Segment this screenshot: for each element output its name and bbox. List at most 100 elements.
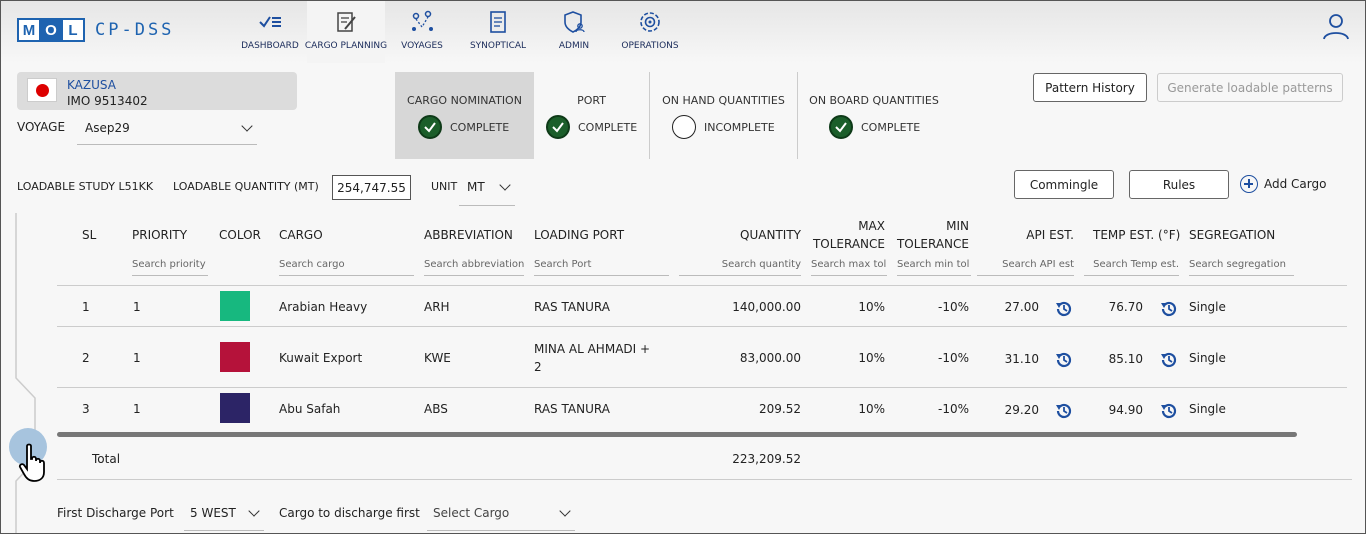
cargo-color-swatch[interactable] (220, 291, 250, 321)
search-quantity-input[interactable]: Search quantity (679, 259, 801, 276)
voyages-icon (412, 10, 433, 31)
chevron-down-icon (559, 505, 571, 517)
status-on-board-quantities[interactable]: ON BOARD QUANTITIES COMPLETE (799, 72, 949, 159)
hand-cursor-icon (18, 443, 45, 482)
japan-flag-icon (27, 78, 57, 102)
header-segregation: SEGREGATION (1189, 228, 1276, 242)
check-circle-icon (829, 115, 853, 139)
first-discharge-port-select[interactable]: 5 WEST (184, 498, 264, 531)
cargo-color-swatch[interactable] (220, 342, 250, 372)
nav-dashboard[interactable]: DASHBOARD (239, 1, 301, 63)
cell-sl: 1 (82, 300, 90, 314)
first-discharge-port-value: 5 WEST (190, 506, 236, 520)
cell-abbreviation: KWE (424, 351, 451, 365)
cell-quantity: 209.52 (759, 402, 801, 416)
cargo-discharge-first-label: Cargo to discharge first (279, 506, 420, 520)
empty-circle-icon (672, 115, 696, 139)
first-discharge-port-label: First Discharge Port (57, 506, 174, 520)
pattern-history-button[interactable]: Pattern History (1033, 73, 1147, 102)
cell-api-est: 29.20 (1004, 403, 1039, 417)
nav-synoptical[interactable]: SYNOPTICAL (467, 1, 529, 63)
voyage-select[interactable]: Asep29 (77, 113, 257, 145)
history-icon[interactable] (1159, 350, 1179, 370)
cargo-discharge-first-select[interactable]: Select Cargo (427, 498, 575, 531)
panel-collapse-rail (15, 213, 36, 533)
nav-operations[interactable]: OPERATIONS (617, 1, 683, 63)
search-max-tol-input[interactable]: Search max tol (811, 259, 887, 276)
total-label: Total (92, 452, 121, 466)
header-priority: PRIORITY (132, 228, 188, 242)
status-title: ON HAND QUANTITIES (662, 94, 785, 107)
history-icon[interactable] (1054, 299, 1074, 319)
header-abbreviation: ABBREVIATION (424, 228, 513, 242)
search-temp-input[interactable]: Search Temp est. (1084, 259, 1179, 276)
row-divider (57, 387, 1347, 388)
history-icon[interactable] (1159, 401, 1179, 421)
search-min-tol-input[interactable]: Search min tol (897, 259, 971, 276)
generate-loadable-patterns-button[interactable]: Generate loadable patterns (1157, 73, 1343, 102)
plus-circle-icon (1240, 175, 1258, 193)
brand-logo[interactable]: M O L CP-DSS (17, 18, 174, 42)
add-cargo-button[interactable]: Add Cargo (1240, 175, 1326, 193)
chevron-down-icon (248, 505, 260, 517)
chevron-down-icon (499, 179, 511, 191)
app-window: M O L CP-DSS DASHBOARD CARGO PLANNING VO… (0, 0, 1366, 534)
search-segregation-input[interactable]: Search segregation (1189, 259, 1294, 276)
status-on-hand-quantities[interactable]: ON HAND QUANTITIES INCOMPLETE (651, 72, 796, 159)
nav-label: OPERATIONS (621, 41, 679, 51)
vessel-card: KAZUSA IMO 9513402 (17, 72, 297, 110)
status-cargo-nomination[interactable]: CARGO NOMINATION COMPLETE (395, 72, 534, 159)
logo-letter-o: O (41, 20, 61, 40)
header-min-tolerance-line2: TOLERANCE (896, 237, 969, 251)
nav-admin[interactable]: ADMIN (551, 1, 597, 63)
unit-select[interactable]: MT (459, 173, 515, 206)
status-indicator: COMPLETE (418, 115, 509, 139)
cargo-planning-icon (337, 12, 356, 32)
status-port[interactable]: PORT COMPLETE (534, 72, 649, 159)
search-priority-input[interactable]: Search priority (132, 259, 208, 276)
status-indicator: COMPLETE (546, 115, 637, 139)
cell-abbreviation: ABS (424, 402, 448, 416)
unit-label: UNIT (431, 180, 458, 193)
header-min-tolerance-line1: MIN (946, 219, 969, 233)
cargo-color-swatch[interactable] (220, 393, 250, 423)
header-api-est: API EST. (1026, 228, 1074, 242)
nav-voyages[interactable]: VOYAGES (397, 1, 447, 63)
cargo-discharge-first-placeholder: Select Cargo (433, 506, 510, 520)
nav-label: VOYAGES (401, 41, 443, 51)
row-divider (57, 326, 1347, 327)
dashboard-icon (259, 16, 281, 28)
status-title: ON BOARD QUANTITIES (809, 94, 939, 107)
app-name: CP-DSS (95, 20, 175, 40)
search-api-input[interactable]: Search API est (977, 259, 1074, 276)
cell-abbreviation: ARH (424, 300, 450, 314)
search-cargo-input[interactable]: Search cargo (279, 259, 414, 276)
user-profile-icon[interactable] (1322, 12, 1350, 40)
history-icon[interactable] (1054, 401, 1074, 421)
row-divider (57, 285, 1347, 286)
cell-max-tolerance: 10% (858, 300, 885, 314)
check-circle-icon (546, 115, 570, 139)
header-max-tolerance-line1: MAX (858, 219, 885, 233)
nav-cargo-planning[interactable]: CARGO PLANNING (305, 1, 387, 63)
history-icon[interactable] (1054, 350, 1074, 370)
search-abbreviation-input[interactable]: Search abbreviation (424, 259, 524, 276)
horizontal-scrollbar[interactable] (57, 432, 1297, 437)
header-sl: SL (82, 228, 97, 242)
loadable-quantity-field[interactable]: 254,747.55 (332, 175, 411, 200)
rules-button[interactable]: Rules (1129, 170, 1229, 199)
search-port-input[interactable]: Search Port (534, 259, 669, 276)
cell-api-est: 31.10 (1004, 352, 1039, 366)
cell-temp-est: 76.70 (1108, 300, 1143, 314)
header-max-tolerance-line2: TOLERANCE (812, 237, 885, 251)
cell-loading-port-more: 2 (534, 360, 542, 374)
cell-sl: 3 (82, 402, 90, 416)
synoptical-icon (490, 11, 506, 33)
history-icon[interactable] (1159, 299, 1179, 319)
cell-segregation: Single (1189, 402, 1226, 416)
cell-max-tolerance: 10% (858, 402, 885, 416)
nav-label: SYNOPTICAL (469, 41, 527, 51)
commingle-button[interactable]: Commingle (1014, 170, 1114, 199)
cell-api-est: 27.00 (1004, 300, 1039, 314)
status-indicator: INCOMPLETE (672, 115, 775, 139)
